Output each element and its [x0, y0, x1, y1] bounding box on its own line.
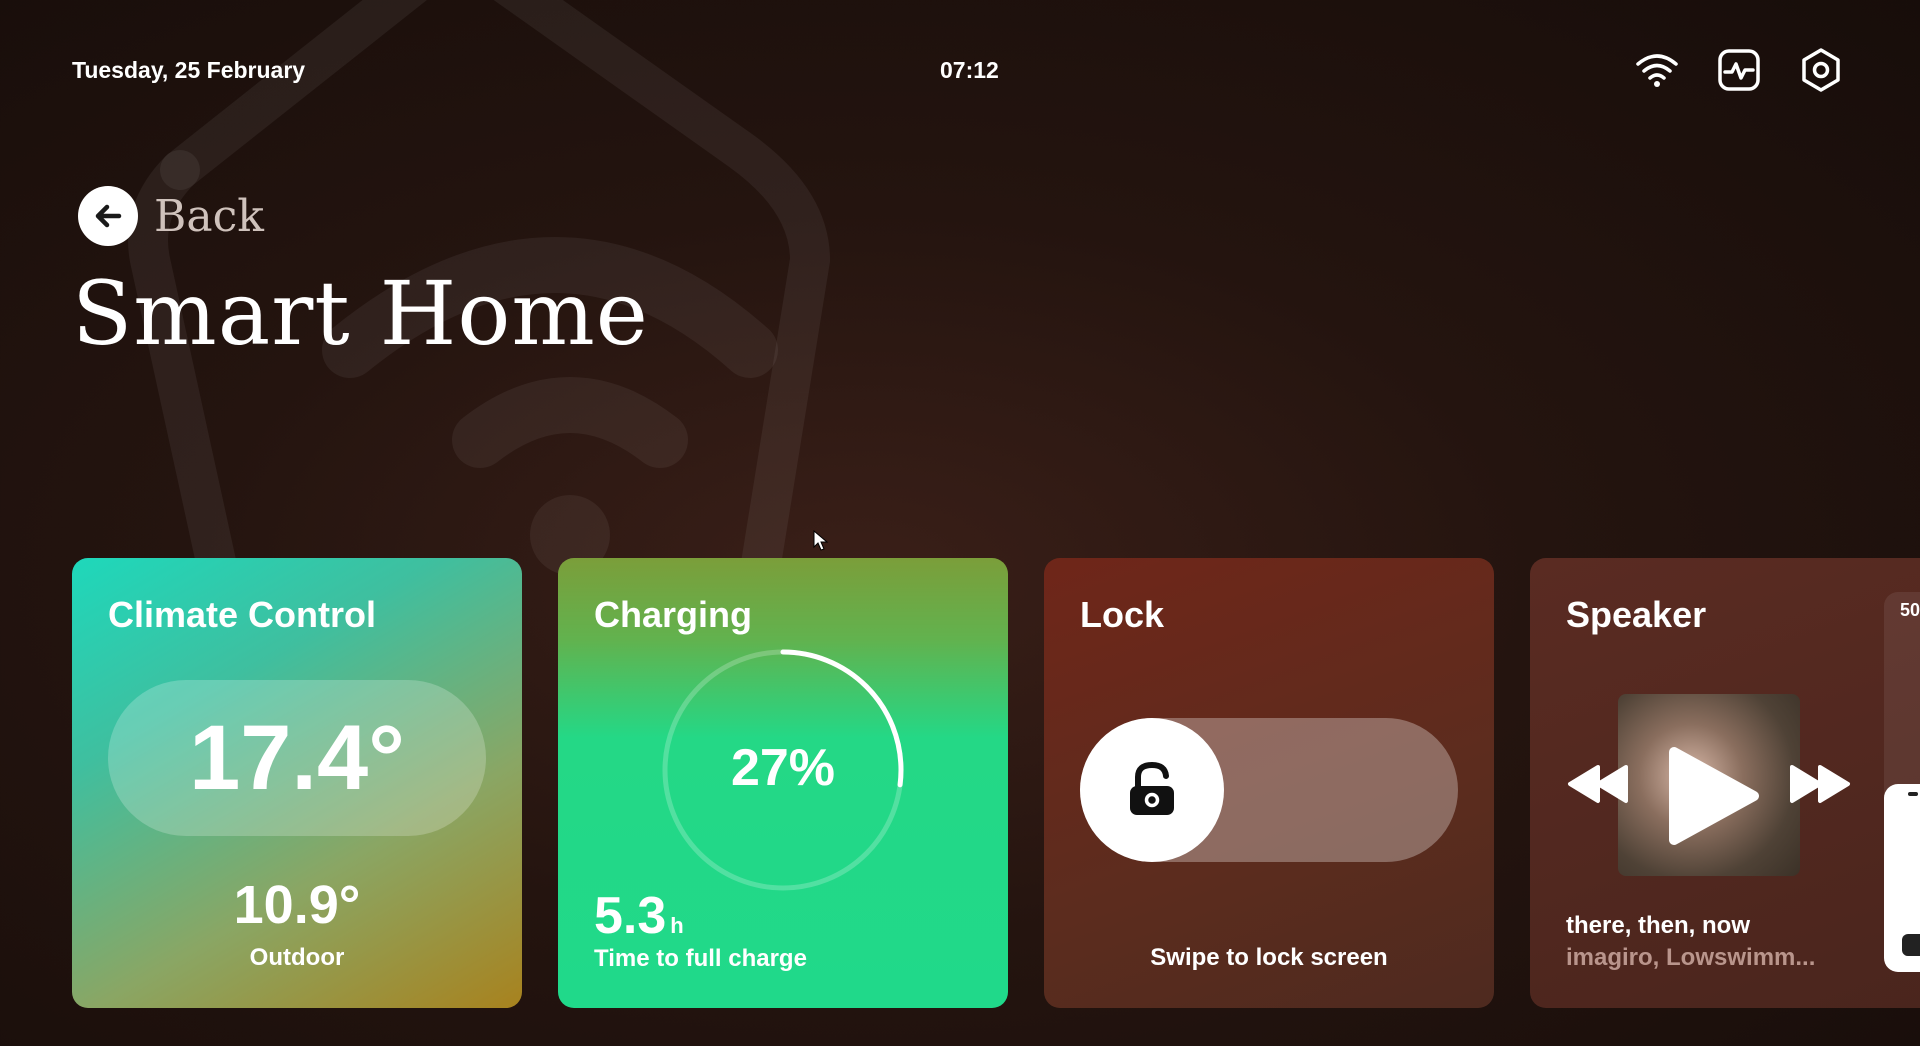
song-title: there, then, now: [1566, 912, 1751, 939]
rewind-icon[interactable]: [1566, 763, 1630, 805]
wifi-icon[interactable]: [1634, 47, 1680, 93]
charge-time-label: Time to full charge: [594, 945, 807, 972]
charge-percent: 27%: [730, 739, 836, 797]
charge-time-unit: h: [670, 913, 684, 938]
lock-slider-handle[interactable]: [1080, 718, 1224, 862]
phone-handset-icon: [1902, 934, 1920, 956]
lock-card[interactable]: Lock Swipe to lock screen: [1044, 558, 1494, 1008]
top-status-bar: Tuesday, 25 February 07:12: [0, 0, 1920, 140]
back-arrow-icon: [78, 186, 138, 246]
play-icon[interactable]: [1658, 744, 1762, 848]
climate-control-card[interactable]: Climate Control 17.4° 10.9° Outdoor: [72, 558, 522, 1008]
date-label: Tuesday, 25 February: [72, 57, 306, 83]
outdoor-temperature: 10.9°: [233, 875, 361, 935]
activity-monitor-icon[interactable]: [1716, 47, 1762, 93]
indoor-temperature: 17.4°: [189, 706, 405, 809]
outdoor-label: Outdoor: [249, 944, 345, 971]
charge-time-value: 5.3 h: [594, 886, 684, 946]
unlocked-padlock-icon: [1130, 761, 1174, 815]
charge-time-number: 5.3: [594, 887, 667, 945]
mouse-cursor-icon: [813, 530, 829, 551]
speaker-card[interactable]: Speaker there, then, now imagiro, Lowswi…: [1530, 558, 1920, 1008]
card-title: Charging: [594, 594, 752, 635]
status-icons: [1634, 47, 1844, 93]
clock-label: 07:12: [940, 57, 999, 83]
back-button[interactable]: Back: [78, 186, 264, 246]
card-title: Lock: [1080, 594, 1165, 635]
card-title: Climate Control: [108, 594, 377, 635]
phone-earpiece: [1908, 792, 1918, 796]
back-label: Back: [154, 190, 264, 242]
fast-forward-icon[interactable]: [1788, 763, 1852, 805]
card-title: Speaker: [1566, 594, 1707, 635]
song-artist: imagiro, Lowswimm...: [1566, 944, 1816, 971]
settings-hexagon-icon[interactable]: [1798, 47, 1844, 93]
indoor-temperature-pill[interactable]: 17.4°: [108, 680, 486, 836]
charging-card[interactable]: Charging 27% 5.3 h Time to full charge: [558, 558, 1008, 1008]
volume-level: 50: [1900, 600, 1920, 620]
page-title: Smart Home: [72, 262, 649, 365]
phone-card-peek[interactable]: [1884, 784, 1920, 972]
lock-hint: Swipe to lock screen: [1150, 944, 1388, 971]
